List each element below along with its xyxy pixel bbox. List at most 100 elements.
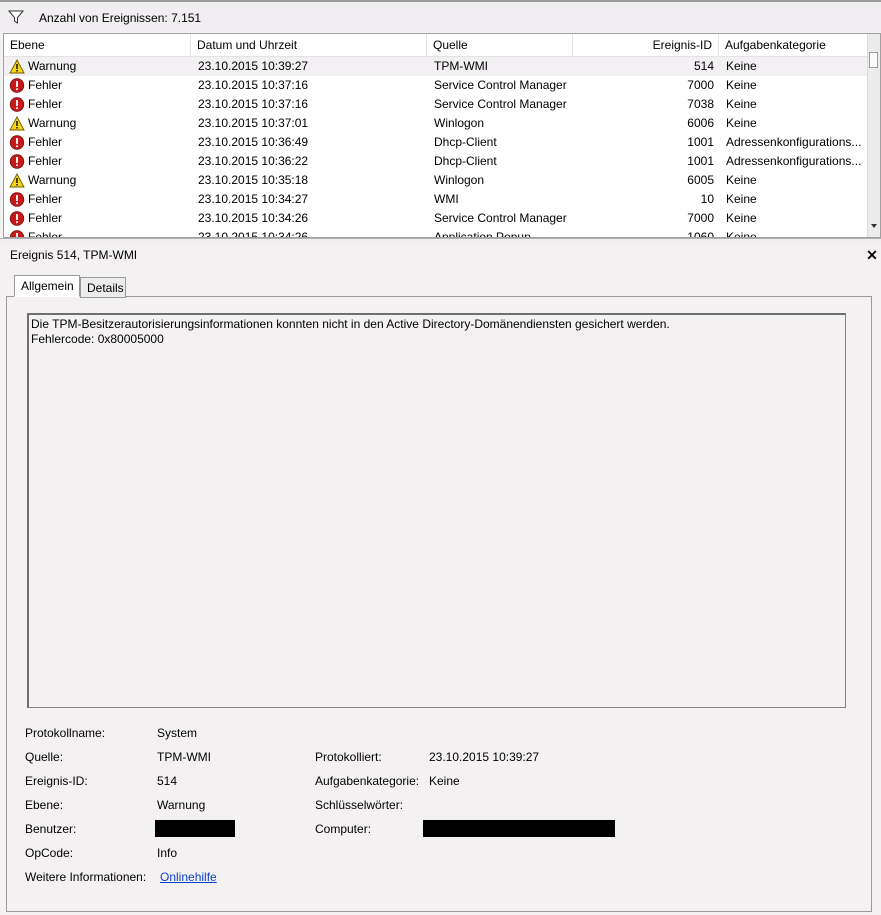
event-id-cell: 1060 <box>687 230 714 238</box>
task-category-cell: Keine <box>726 78 757 92</box>
datetime-cell: 23.10.2015 10:34:26 <box>198 211 309 225</box>
error-icon <box>9 230 25 237</box>
table-row[interactable]: Fehler 23.10.2015 10:36:49 Dhcp-Client 1001… <box>4 133 870 152</box>
user-label: Benutzer: <box>25 822 77 836</box>
logged-value: 23.10.2015 10:39:27 <box>429 750 540 764</box>
warning-icon <box>9 173 25 188</box>
column-header-event-id[interactable]: Ereignis-ID <box>573 34 719 56</box>
logged-label: Protokolliert: <box>315 750 382 764</box>
task-category-label: Aufgabenkategorie: <box>315 774 420 788</box>
close-icon[interactable]: ✕ <box>865 248 879 262</box>
datetime-cell: 23.10.2015 10:37:16 <box>198 78 309 92</box>
column-header-level[interactable]: Ebene <box>4 34 191 56</box>
event-id-cell: 7038 <box>687 97 714 111</box>
description-line: Die TPM-Besitzerautorisierungsinformatio… <box>31 317 670 331</box>
level-value: Warnung <box>157 798 206 812</box>
filter-icon[interactable] <box>8 9 24 25</box>
task-category-cell: Keine <box>726 230 757 238</box>
task-category-cell: Keine <box>726 116 757 130</box>
table-row[interactable]: Fehler 23.10.2015 10:34:26 Application Pop… <box>4 228 870 238</box>
level-cell: Fehler <box>28 135 63 149</box>
column-header-task-category[interactable]: Aufgabenkategorie <box>719 34 870 56</box>
table-row[interactable]: Warnung 23.10.2015 10:35:18 Winlogon 6005 Ke… <box>4 171 870 190</box>
event-detail-title: Ereignis 514, TPM-WMI <box>10 248 138 262</box>
event-id-label: Ereignis-ID: <box>25 774 88 788</box>
datetime-cell: 23.10.2015 10:39:27 <box>198 59 309 73</box>
table-row[interactable]: Warnung 23.10.2015 10:39:27 TPM-WMI 514 Kein… <box>4 57 870 76</box>
tab-details[interactable]: Details <box>80 277 126 298</box>
task-category-cell: Adressenkonfigurations... <box>726 135 862 149</box>
table-row[interactable]: Fehler 23.10.2015 10:34:27 WMI 10 Keine <box>4 190 870 209</box>
column-header-source[interactable]: Quelle <box>427 34 573 56</box>
task-category-cell: Keine <box>726 192 757 206</box>
event-id-cell: 1001 <box>687 135 714 149</box>
task-category-cell: Keine <box>726 59 757 73</box>
warning-icon <box>9 59 25 74</box>
datetime-cell: 23.10.2015 10:36:49 <box>198 135 309 149</box>
source-cell: Dhcp-Client <box>434 135 497 149</box>
source-value: TPM-WMI <box>157 750 211 764</box>
table-row[interactable]: Fehler 23.10.2015 10:37:16 Service Control… <box>4 76 870 95</box>
event-id-cell: 1001 <box>687 154 714 168</box>
log-name-label: Protokollname: <box>25 726 106 740</box>
computer-label: Computer: <box>315 822 372 836</box>
table-row[interactable]: Fehler 23.10.2015 10:34:26 Service Control… <box>4 209 870 228</box>
event-count-label: Anzahl von Ereignissen: 7.151 <box>39 11 202 25</box>
datetime-cell: 23.10.2015 10:36:22 <box>198 154 309 168</box>
source-cell: Application Popup <box>434 230 531 238</box>
level-cell: Fehler <box>28 154 63 168</box>
task-category-value: Keine <box>429 774 460 788</box>
table-row[interactable]: Fehler 23.10.2015 10:37:16 Service Control… <box>4 95 870 114</box>
task-category-cell: Keine <box>726 173 757 187</box>
tab-general[interactable]: Allgemein <box>14 275 80 297</box>
task-category-cell: Keine <box>726 97 757 111</box>
online-help-link[interactable]: Onlinehilfe <box>160 870 217 884</box>
event-list-header: Ebene Datum und Uhrzeit Quelle Ereignis-… <box>4 34 870 57</box>
source-label: Quelle: <box>25 750 64 764</box>
event-id-cell: 6006 <box>687 116 714 130</box>
scrollbar-thumb[interactable] <box>869 52 878 68</box>
vertical-scrollbar[interactable] <box>867 34 880 237</box>
event-id-cell: 6005 <box>687 173 714 187</box>
pane-splitter[interactable] <box>0 238 881 243</box>
error-icon <box>9 211 25 226</box>
source-cell: TPM-WMI <box>434 59 488 73</box>
error-icon <box>9 78 25 93</box>
datetime-cell: 23.10.2015 10:35:18 <box>198 173 309 187</box>
task-category-cell: Keine <box>726 211 757 225</box>
source-cell: Service Control Manager <box>434 97 567 111</box>
level-cell: Fehler <box>28 97 63 111</box>
level-cell: Fehler <box>28 211 63 225</box>
user-value-redacted <box>155 820 235 837</box>
level-cell: Fehler <box>28 78 63 92</box>
task-category-cell: Adressenkonfigurations... <box>726 154 862 168</box>
opcode-label: OpCode: <box>25 846 74 860</box>
source-cell: WMI <box>434 192 459 206</box>
event-id-cell: 7000 <box>687 211 714 225</box>
level-cell: Fehler <box>28 230 63 238</box>
event-id-cell: 10 <box>700 192 714 206</box>
table-row[interactable]: Warnung 23.10.2015 10:37:01 Winlogon 6006 Ke… <box>4 114 870 133</box>
source-cell: Service Control Manager <box>434 78 567 92</box>
table-row[interactable]: Fehler 23.10.2015 10:36:22 Dhcp-Client 1001… <box>4 152 870 171</box>
source-cell: Winlogon <box>434 116 485 130</box>
level-cell: Warnung <box>28 59 77 73</box>
event-list[interactable]: Ebene Datum und Uhrzeit Quelle Ereignis-… <box>3 33 881 238</box>
datetime-cell: 23.10.2015 10:37:01 <box>198 116 309 130</box>
source-cell: Winlogon <box>434 173 485 187</box>
error-icon <box>9 154 25 169</box>
warning-icon <box>9 116 25 131</box>
description-line: Fehlercode: 0x80005000 <box>31 332 164 346</box>
source-cell: Service Control Manager <box>434 211 567 225</box>
level-cell: Fehler <box>28 192 63 206</box>
event-description[interactable]: Die TPM-Besitzerautorisierungsinformatio… <box>27 313 846 708</box>
error-icon <box>9 192 25 207</box>
scroll-down-arrow-icon[interactable] <box>871 224 877 228</box>
column-header-datetime[interactable]: Datum und Uhrzeit <box>191 34 427 56</box>
event-id-cell: 514 <box>693 59 714 73</box>
event-id-value: 514 <box>157 774 178 788</box>
error-icon <box>9 135 25 150</box>
error-icon <box>9 97 25 112</box>
more-info-label: Weitere Informationen: <box>25 870 147 884</box>
filter-bar: Anzahl von Ereignissen: 7.151 <box>0 0 881 32</box>
